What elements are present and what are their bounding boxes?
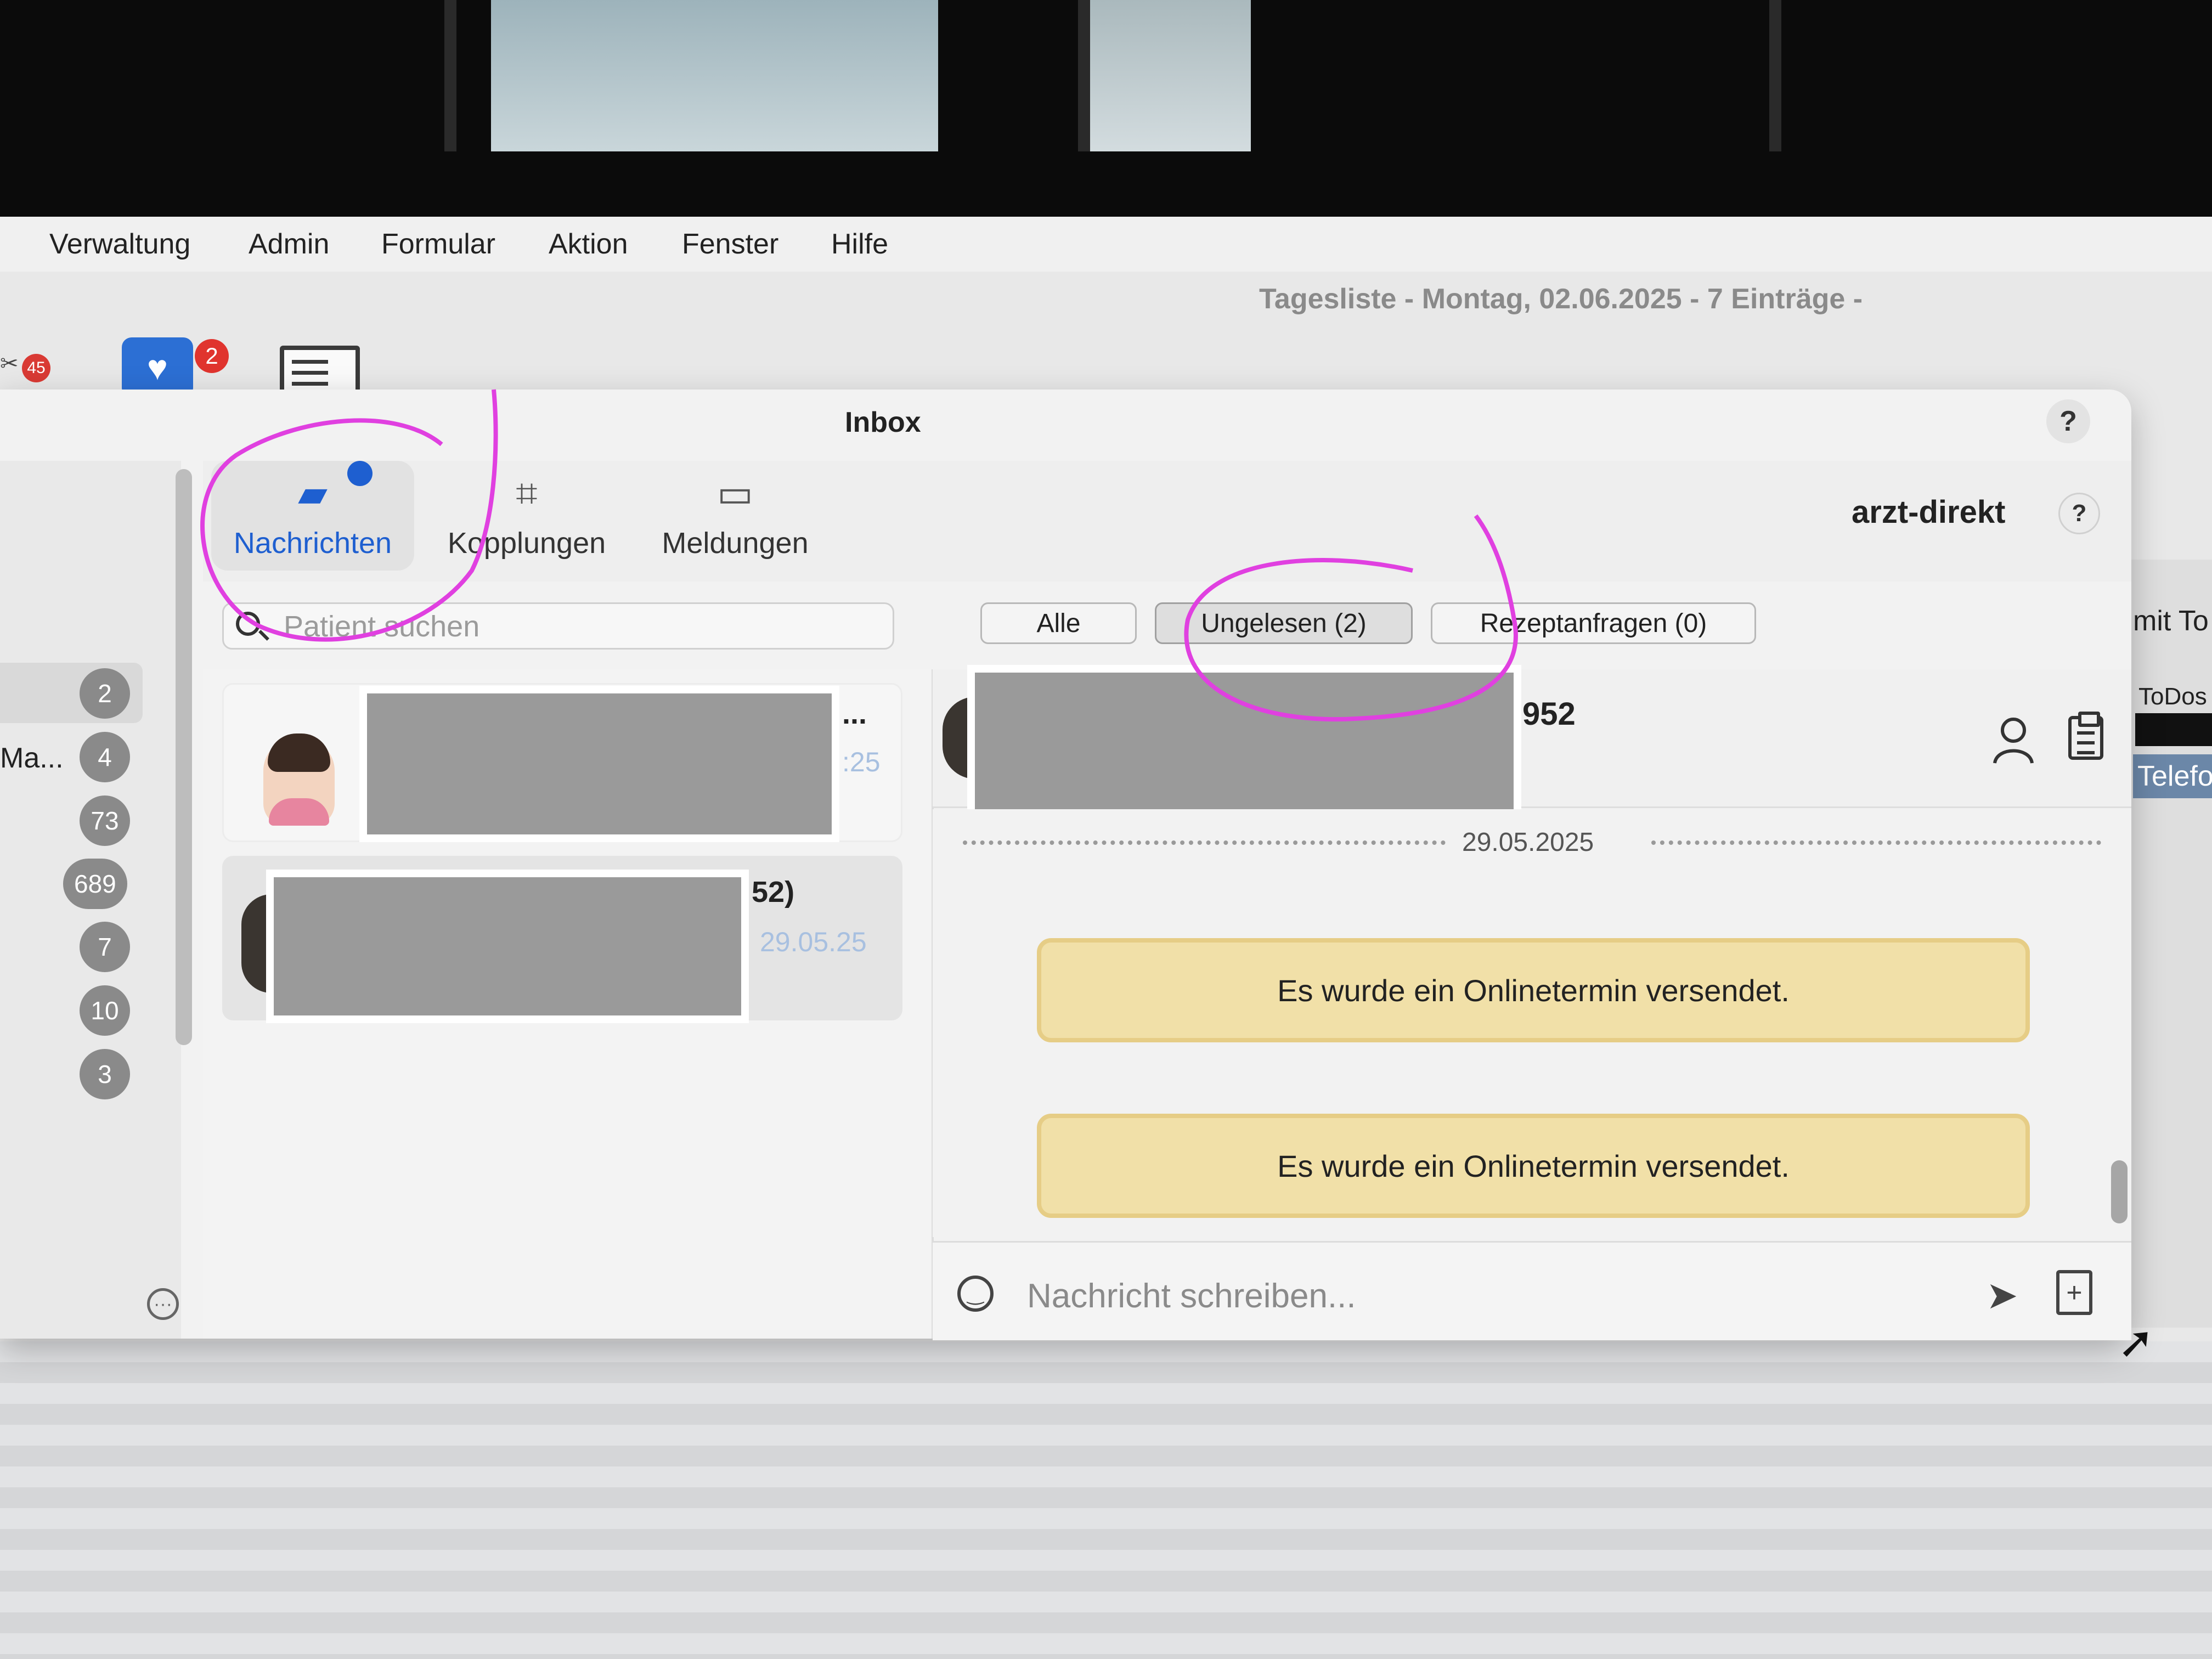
alert-message-icon: ▭ [716, 472, 754, 515]
notification-badge: 2 [195, 339, 229, 373]
patient-profile-icon[interactable] [1991, 716, 2035, 765]
background-window-reflection [491, 0, 938, 151]
list-item-name: ... [842, 697, 867, 730]
background-window-reflection [1086, 0, 1251, 151]
more-options-icon[interactable]: ··· [147, 1288, 179, 1320]
chat-bubbles-icon: ▰ [298, 472, 328, 515]
list-item-date: 29.05.25 [760, 927, 867, 957]
redaction-box [266, 870, 749, 1023]
background-telefon-label: Telefo [2133, 754, 2212, 798]
count-badge: 2 [80, 668, 130, 719]
window-title: Inbox [845, 407, 921, 438]
attach-file-icon[interactable]: + [2056, 1270, 2092, 1315]
filter-alle[interactable]: Alle [980, 602, 1137, 644]
background-panel [2129, 560, 2212, 1328]
background-bar [2135, 713, 2212, 746]
list-item-date: :25 [842, 747, 881, 777]
redaction-box [967, 665, 1521, 819]
background-tab-label: mit To [2133, 605, 2209, 637]
count-badge: 7 [80, 922, 130, 972]
tab-nachrichten[interactable]: ▰ Nachrichten [211, 461, 414, 571]
count-badge: 10 [80, 985, 130, 1036]
background-todos-label: ToDos [2138, 683, 2207, 710]
patient-search-input[interactable] [283, 606, 877, 647]
tab-meldungen[interactable]: ▭ Meldungen [647, 461, 823, 571]
count-badge: 689 [63, 859, 127, 909]
system-message: Es wurde ein Onlinetermin versendet. [1037, 1114, 2030, 1218]
menu-bar [0, 217, 2212, 272]
count-badge: 4 [80, 732, 130, 782]
tab-label: Meldungen [662, 527, 809, 560]
send-icon[interactable]: ➤ [1986, 1273, 2018, 1318]
date-separator-line [963, 840, 1446, 847]
scrollbar[interactable] [176, 469, 192, 1045]
background-frame [1769, 0, 1781, 151]
conversation-title: 952 [1522, 696, 1576, 732]
menu-formular[interactable]: Formular [381, 228, 495, 261]
system-message: Es wurde ein Onlinetermin versendet. [1037, 938, 2030, 1042]
menu-hilfe[interactable]: Hilfe [831, 228, 888, 261]
background-frame [444, 0, 456, 151]
provider-name: arzt-direkt [1852, 494, 2006, 530]
qr-code-icon: ⌗ [516, 472, 538, 515]
count-badge: 73 [80, 795, 130, 846]
menu-aktion[interactable]: Aktion [549, 228, 628, 261]
filter-rezeptanfragen[interactable]: Rezeptanfragen (0) [1431, 602, 1756, 644]
list-item-name: 52) [752, 876, 795, 909]
menu-fenster[interactable]: Fenster [682, 228, 778, 261]
count-badge: 3 [80, 1049, 130, 1099]
avatar [263, 733, 335, 826]
filter-ungelesen[interactable]: Ungelesen (2) [1155, 602, 1413, 644]
tab-label: Nachrichten [233, 527, 392, 560]
screen-lower-area [0, 1341, 2212, 1659]
message-input[interactable] [1026, 1272, 1961, 1320]
tab-kopplungen[interactable]: ⌗ Kopplungen [439, 461, 614, 571]
shield-app-icon[interactable]: ♥ [122, 337, 193, 398]
scrollbar[interactable] [2111, 1160, 2128, 1223]
rail-item-label[interactable]: Ma... [0, 742, 64, 775]
background-frame [1078, 0, 1090, 151]
unread-dot [347, 461, 373, 486]
help-button[interactable]: ? [2046, 399, 2090, 443]
notification-badge: 45 [22, 354, 50, 382]
mouse-cursor-icon: ➚ [2118, 1318, 2155, 1367]
clipboard-icon[interactable] [2068, 712, 2103, 760]
redaction-box [359, 686, 839, 842]
date-separator: 29.05.2025 [1462, 828, 1594, 857]
tab-label: Kopplungen [447, 527, 606, 560]
menu-verwaltung[interactable]: Verwaltung [49, 228, 190, 261]
menu-admin[interactable]: Admin [249, 228, 329, 261]
date-separator-line [1651, 840, 2101, 847]
provider-help-button[interactable]: ? [2058, 493, 2100, 534]
emoji-icon[interactable]: ‿ [957, 1276, 994, 1312]
daily-list-title: Tagesliste - Montag, 02.06.2025 - 7 Eint… [1259, 283, 1863, 315]
search-icon [236, 612, 260, 636]
